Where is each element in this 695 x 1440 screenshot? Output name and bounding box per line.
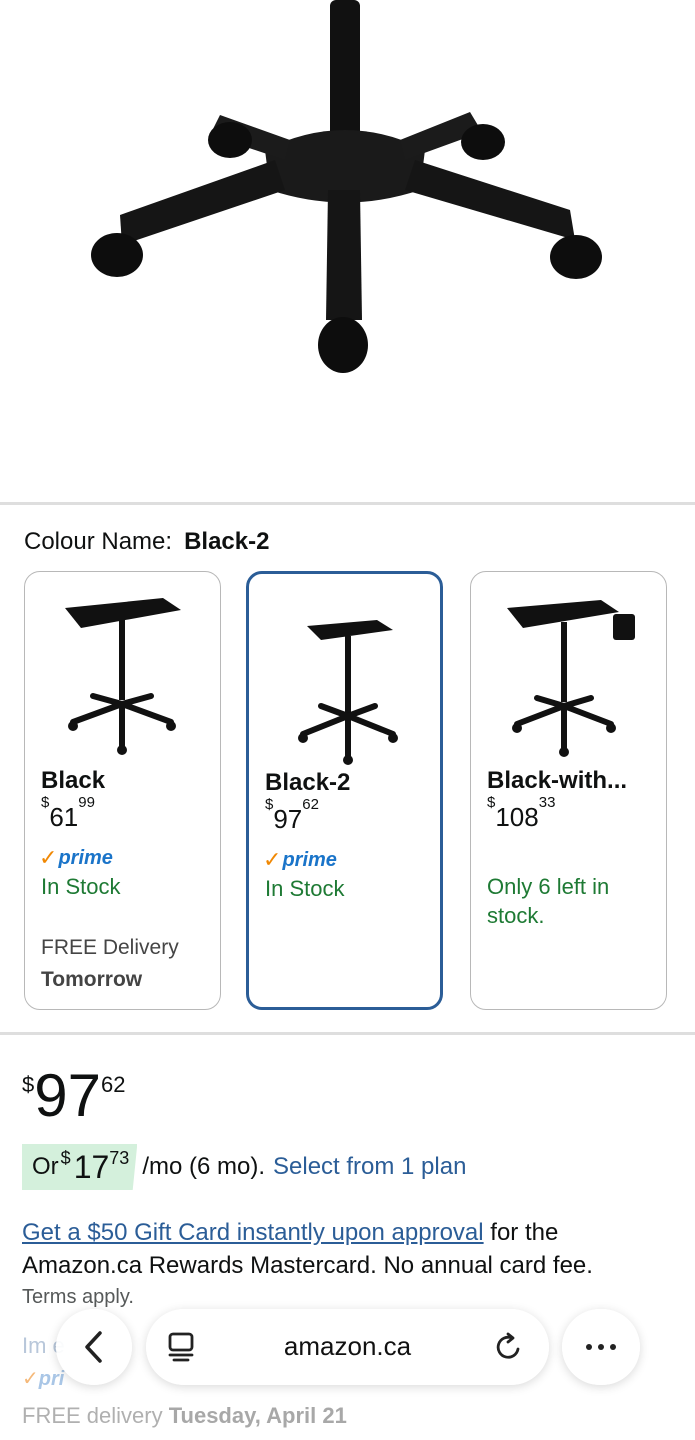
price-symbol: $ [487, 794, 496, 812]
chevron-left-icon [85, 1331, 102, 1363]
reload-icon[interactable] [494, 1331, 524, 1363]
more-options-button[interactable] [562, 1309, 640, 1385]
variant-black-2[interactable]: Black-2 $9762 ✓ prime In Stock [246, 571, 443, 1010]
prime-badge: ✓pri [22, 1366, 64, 1391]
section-divider [0, 502, 695, 505]
variant-price: $10833 [487, 794, 555, 833]
address-bar[interactable]: amazon.ca [146, 1309, 549, 1385]
price-fraction: 99 [78, 794, 95, 812]
terms-text: Terms apply. [22, 1286, 134, 1308]
price-symbol: $ [41, 794, 50, 812]
prime-badge: ✓ prime [263, 847, 337, 873]
variant-price: $6199 [41, 794, 95, 833]
gift-card-offer: Get a $50 Gift Card instantly upon appro… [22, 1216, 682, 1282]
monthly-fraction: 73 [109, 1147, 130, 1168]
delivery-date: Tomorrow [41, 968, 143, 991]
price-fraction: 33 [538, 794, 556, 812]
variant-black-with-cup[interactable]: Black-with... $10833 Only 6 left in stoc… [470, 571, 667, 1010]
product-image [91, 0, 602, 373]
prime-check-icon: ✓ [22, 1368, 39, 1390]
more-dot [610, 1344, 616, 1350]
selected-colour: Black-2 [184, 528, 270, 555]
section-divider [0, 1032, 695, 1035]
price-symbol: $ [22, 1072, 35, 1097]
stock-status: Only 6 left in stock. [487, 874, 610, 928]
colour-name-label: Colour Name: Black-2 [24, 528, 269, 556]
select-plan-link[interactable]: Select from 1 plan [273, 1153, 466, 1181]
price-whole: 97 [273, 804, 303, 834]
monthly-payment: Or $17 73 /mo (6 mo). Select from 1 plan [22, 1144, 466, 1190]
variant-name: Black-2 [265, 769, 351, 796]
monthly-prefix: Or [32, 1153, 59, 1180]
product-image-gallery[interactable] [0, 0, 695, 400]
stock-status: In Stock [265, 876, 345, 901]
monthly-badge: Or $17 73 [22, 1144, 138, 1190]
price-whole: 108 [495, 802, 539, 832]
prime-text: prime [282, 848, 337, 871]
free-delivery-label: FREE delivery [22, 1403, 163, 1428]
variant-thumbnail [65, 598, 181, 755]
delivery-info: FREE Delivery Tomorrow [41, 932, 179, 996]
prime-badge: ✓ prime [39, 845, 113, 871]
variant-name: Black-with... [487, 767, 628, 794]
monthly-symbol: $ [60, 1147, 71, 1168]
monthly-suffix: /mo (6 mo). [142, 1153, 265, 1180]
price-fraction: 62 [101, 1072, 126, 1097]
variant-thumbnail [507, 600, 635, 757]
url-text: amazon.ca [283, 1331, 412, 1361]
prime-text: prime [58, 846, 113, 869]
price-whole: 61 [49, 802, 79, 832]
price-whole: 97 [34, 1062, 101, 1129]
product-price: $ 97 62 [22, 1062, 125, 1130]
stock-status: In Stock [41, 874, 121, 899]
price-fraction: 62 [302, 796, 319, 814]
price-symbol: $ [265, 796, 274, 814]
back-button[interactable] [56, 1309, 132, 1385]
variant-thumbnail [298, 620, 398, 765]
prime-text: pri [38, 1368, 65, 1390]
variant-name: Black [41, 767, 106, 794]
free-delivery-info: FREE delivery Tuesday, April 21 [22, 1403, 347, 1429]
prime-check-icon: ✓ [263, 847, 282, 872]
gift-card-link[interactable]: Get a $50 Gift Card instantly upon appro… [22, 1219, 484, 1246]
more-dot [586, 1344, 592, 1350]
free-delivery-date: Tuesday, April 21 [168, 1403, 347, 1428]
delivery-label: FREE Delivery [41, 936, 179, 959]
monthly-whole: 17 [73, 1148, 110, 1185]
prime-check-icon: ✓ [39, 845, 58, 870]
colour-label-text: Colour Name: [24, 528, 173, 555]
more-dot [598, 1344, 604, 1350]
variant-black[interactable]: Black $6199 ✓ prime In Stock FREE Deliver… [24, 571, 221, 1010]
variant-price: $9762 [265, 796, 319, 835]
